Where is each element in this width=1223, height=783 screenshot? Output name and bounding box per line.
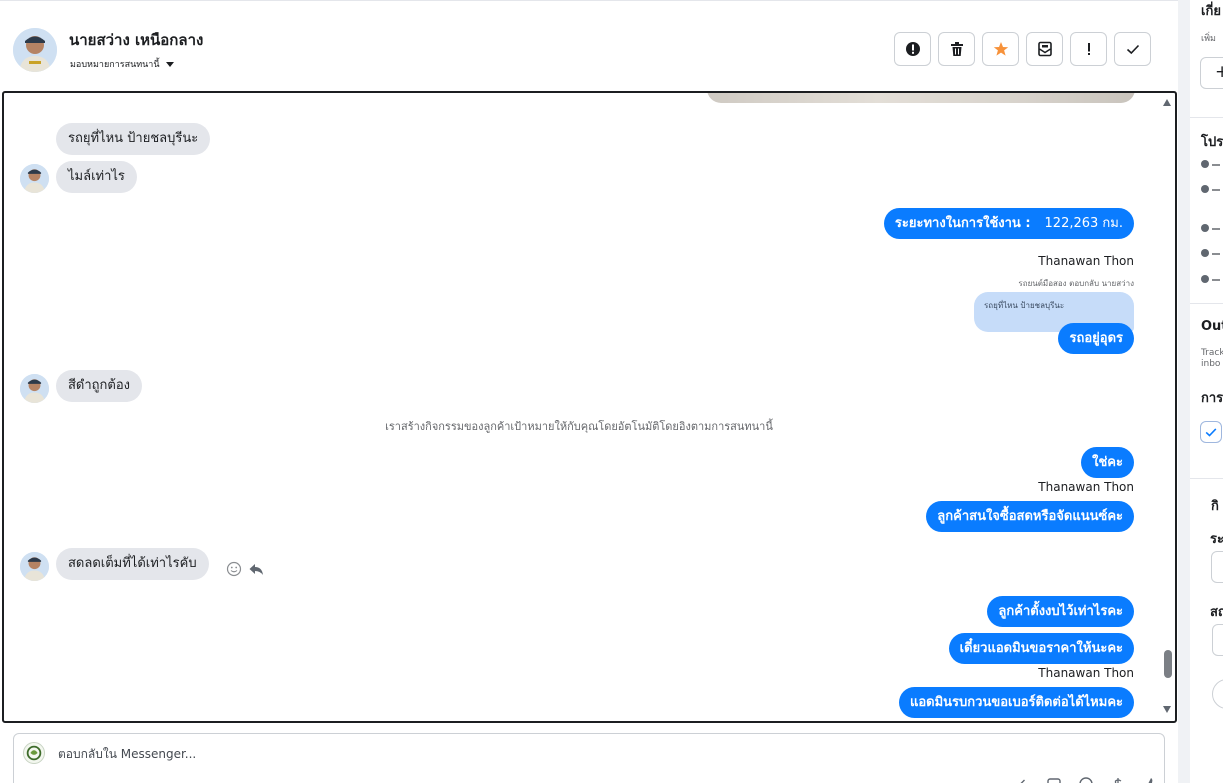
scroll-down-arrow-icon[interactable] bbox=[1163, 706, 1171, 713]
emoji-icon[interactable] bbox=[1078, 776, 1094, 783]
page-avatar bbox=[23, 742, 45, 764]
divider bbox=[1190, 117, 1223, 118]
detail-line bbox=[1212, 228, 1220, 230]
add-button[interactable]: + bbox=[1200, 57, 1223, 89]
location-pin-icon bbox=[1201, 249, 1209, 257]
scroll-up-arrow-icon[interactable] bbox=[1163, 99, 1171, 106]
briefcase-icon bbox=[1201, 185, 1209, 193]
incoming-message[interactable]: สีดำถูกต้อง bbox=[56, 370, 143, 402]
incoming-message[interactable]: รถยุที่ไหน ป้ายชลบุรีนะ bbox=[56, 123, 211, 155]
emoji-react-icon[interactable] bbox=[226, 561, 242, 577]
add-icon: + bbox=[1215, 62, 1223, 82]
spam-button[interactable] bbox=[894, 32, 931, 66]
section-title: การ bbox=[1201, 391, 1223, 406]
image-icon[interactable] bbox=[1046, 776, 1062, 783]
image-attachment[interactable] bbox=[707, 93, 1135, 103]
follow-up-button[interactable] bbox=[1070, 32, 1107, 66]
detail-line bbox=[1212, 279, 1220, 281]
reply-icon[interactable] bbox=[248, 561, 264, 577]
section-subtitle: inbo bbox=[1201, 359, 1221, 369]
incoming-message[interactable]: สดลดเต็มที่ได้เท่าไรคับ bbox=[56, 548, 209, 580]
composer-tools bbox=[1014, 776, 1158, 783]
thumbs-up-icon[interactable] bbox=[1142, 776, 1158, 783]
section-subtitle: เพิ่ม bbox=[1201, 34, 1216, 44]
trash-icon bbox=[950, 42, 963, 56]
check-icon bbox=[1205, 428, 1217, 437]
mark-done-button[interactable] bbox=[1114, 32, 1151, 66]
outgoing-message[interactable]: ลูกค้าตั้งงบไว้เท่าไรคะ bbox=[987, 596, 1134, 627]
reply-context: รถยนต์มือสอง ตอบกลับ นายสว่าง bbox=[1018, 279, 1134, 288]
exclamation-icon bbox=[1087, 43, 1090, 55]
assign-label: มอบหมายการสนทนานี้ bbox=[70, 60, 160, 70]
mark-unread-icon bbox=[1037, 41, 1052, 57]
contact-details-panel: เกี่ย เพิ่ม + โปร Out Track inbo การ กิ … bbox=[1190, 0, 1223, 783]
outgoing-message[interactable]: ลูกค้าสนใจซื้อสดหรือจัดแนนซ์คะ bbox=[926, 501, 1134, 532]
attach-icon[interactable] bbox=[1014, 776, 1030, 783]
reply-composer bbox=[13, 733, 1165, 783]
outgoing-message[interactable]: แอดมินรบกวนขอเบอร์ติดต่อได้ไหมคะ bbox=[898, 687, 1134, 718]
caret-down-icon bbox=[165, 61, 174, 67]
outgoing-message[interactable]: ระยะทางในการใช้งาน : 122,263 กม. bbox=[883, 208, 1134, 239]
school-icon bbox=[1201, 224, 1209, 232]
outgoing-message[interactable]: เดี๋ยวแอดมินขอราคาให้นะคะ bbox=[948, 633, 1134, 664]
star-icon bbox=[993, 42, 1008, 56]
dollar-icon[interactable] bbox=[1110, 776, 1126, 783]
message-text: ระยะทางในการใช้งาน : bbox=[894, 216, 1031, 231]
conversation-header: นายสว่าง เหนือกลาง มอบหมายการสนทนานี้ bbox=[0, 0, 1178, 92]
sender-name: Thanawan Thon bbox=[1038, 254, 1134, 268]
outgoing-message[interactable]: ใช่คะ bbox=[1081, 447, 1134, 478]
detail-line bbox=[1212, 164, 1220, 166]
avatar-photo-icon bbox=[20, 374, 49, 403]
mark-unread-button[interactable] bbox=[1026, 32, 1063, 66]
checkbox[interactable] bbox=[1200, 421, 1222, 443]
incoming-message[interactable]: ไมล์เท่าไร bbox=[56, 161, 137, 193]
system-notice: เราสร้างกิจกรรมของลูกค้าเป้าหมายให้กับคุ… bbox=[385, 420, 773, 433]
avatar-photo-icon bbox=[20, 164, 49, 193]
inbox-app: นายสว่าง เหนือกลาง มอบหมายการสนทนานี้ รถ… bbox=[0, 0, 1223, 783]
clock-icon bbox=[1201, 160, 1209, 168]
field-label: สถ bbox=[1210, 605, 1223, 620]
conversation-toolbar bbox=[894, 32, 1151, 66]
divider bbox=[1190, 303, 1223, 304]
sender-name: Thanawan Thon bbox=[1038, 480, 1134, 494]
panel-divider bbox=[1178, 0, 1190, 783]
scrollbar-thumb[interactable] bbox=[1164, 650, 1172, 678]
contact-name[interactable]: นายสว่าง เหนือกลาง bbox=[69, 28, 203, 52]
message-actions bbox=[226, 561, 264, 577]
delete-button[interactable] bbox=[938, 32, 975, 66]
location-pin-icon bbox=[1201, 275, 1209, 283]
contact-avatar[interactable] bbox=[13, 28, 57, 72]
star-button[interactable] bbox=[982, 32, 1019, 66]
message-thread[interactable]: รถยุที่ไหน ป้ายชลบุรีนะ ไมล์เท่าไร ระยะท… bbox=[2, 91, 1177, 723]
stage-select[interactable] bbox=[1211, 551, 1223, 583]
alert-circle-icon bbox=[905, 42, 920, 56]
sender-name: Thanawan Thon bbox=[1038, 666, 1134, 680]
status-select[interactable] bbox=[1212, 624, 1223, 656]
detail-line bbox=[1212, 253, 1220, 255]
page-logo-icon bbox=[26, 745, 42, 761]
avatar-photo-icon bbox=[13, 28, 57, 72]
section-title: กิ bbox=[1211, 499, 1219, 514]
contact-avatar-small bbox=[20, 374, 49, 403]
more-options-button[interactable] bbox=[1212, 679, 1223, 709]
message-input[interactable] bbox=[58, 747, 658, 761]
section-title: โปร bbox=[1201, 135, 1223, 150]
avatar-photo-icon bbox=[20, 552, 49, 581]
detail-line bbox=[1212, 189, 1220, 191]
field-label: ระ bbox=[1210, 532, 1223, 547]
mileage-value: 122,263 กม. bbox=[1044, 216, 1123, 231]
divider bbox=[1190, 478, 1223, 479]
outgoing-message[interactable]: รถอยู่อุดร bbox=[1058, 323, 1134, 354]
section-subtitle: Track bbox=[1201, 348, 1223, 358]
contact-avatar-small bbox=[20, 552, 49, 581]
check-icon bbox=[1126, 44, 1139, 55]
section-title: เกี่ย bbox=[1201, 4, 1221, 19]
assign-conversation-dropdown[interactable]: มอบหมายการสนทนานี้ bbox=[70, 57, 174, 71]
section-title: Out bbox=[1201, 319, 1223, 334]
contact-avatar-small bbox=[20, 164, 49, 193]
